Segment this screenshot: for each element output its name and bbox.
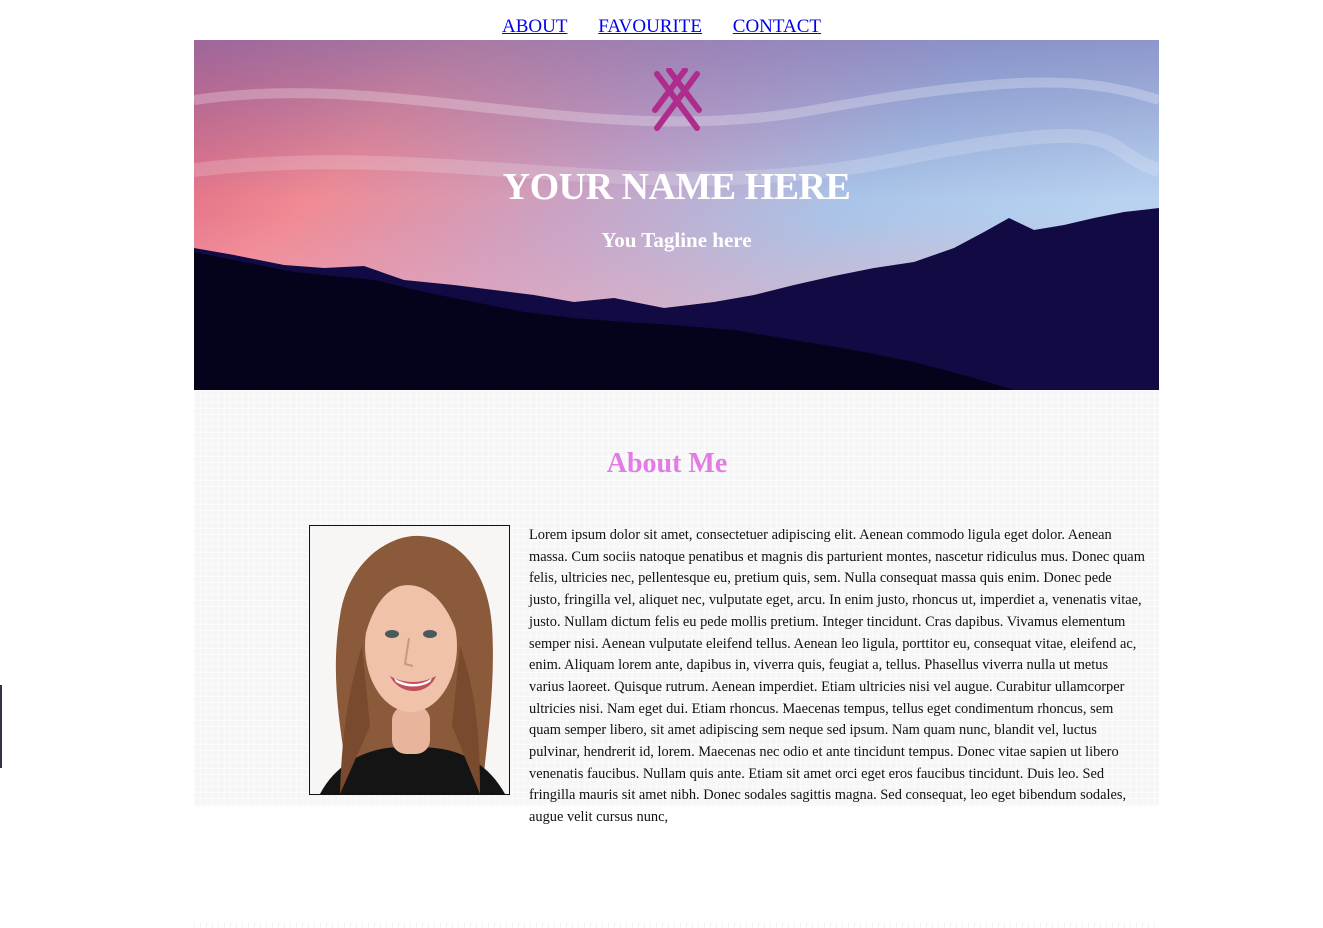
- footer-strip: [194, 922, 1159, 928]
- hero-title: YOUR NAME HERE: [502, 166, 851, 208]
- hero-banner: YOUR NAME HERE You Tagline here: [194, 40, 1159, 390]
- crossed-lines-logo-icon: [652, 68, 702, 131]
- portrait-illustration: [310, 526, 509, 794]
- nav-link-about[interactable]: ABOUT: [502, 16, 567, 37]
- portrait-photo: [309, 525, 510, 795]
- about-text: Lorem ipsum dolor sit amet, consectetuer…: [529, 527, 1145, 826]
- left-edge-scroll-marker: [0, 685, 2, 768]
- hero-tagline: You Tagline here: [601, 228, 752, 252]
- nav-link-favourite[interactable]: FAVOURITE: [598, 16, 702, 37]
- about-section: About Me Lorem ipsum dolor sit amet, con…: [194, 390, 1159, 825]
- nav-link-contact[interactable]: CONTACT: [733, 16, 821, 37]
- top-nav: ABOUT FAVOURITE CONTACT: [0, 14, 1323, 40]
- about-heading: About Me: [606, 448, 728, 479]
